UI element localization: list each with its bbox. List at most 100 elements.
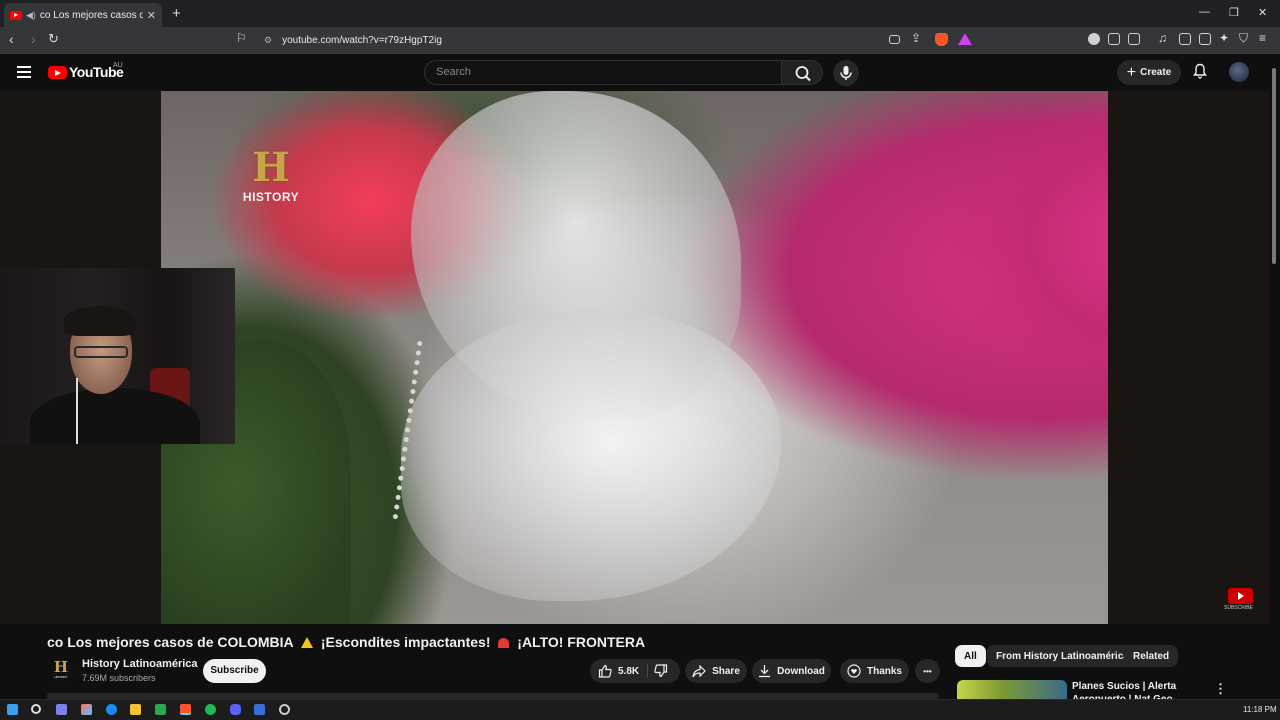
restore-button[interactable]: ❐ [1229, 6, 1239, 19]
recommendation-menu-icon[interactable]: ⋮ [1214, 681, 1227, 697]
notifications-bell-icon[interactable] [1193, 63, 1207, 79]
scrollbar-thumb[interactable] [1272, 68, 1276, 264]
search-taskbar-icon[interactable] [31, 704, 41, 714]
search-button[interactable] [781, 60, 823, 85]
share-label: Share [712, 665, 740, 677]
webcam-earphone-cable [76, 378, 78, 444]
dislike-icon[interactable] [654, 664, 668, 678]
extension-s-icon[interactable] [1088, 33, 1100, 45]
siren-emoji-icon [498, 638, 510, 648]
forward-icon[interactable]: › [31, 31, 36, 47]
music-icon[interactable]: ♫ [1158, 31, 1167, 45]
share-page-icon[interactable]: ⇪ [911, 31, 921, 45]
chip-related[interactable]: Related [1124, 645, 1179, 667]
subscriber-count: 7.69M subscribers [82, 673, 156, 683]
site-settings-icon[interactable]: ⚙ [264, 35, 272, 46]
video-title-part1: co Los mejores casos de COLOMBIA [47, 634, 294, 650]
edge-icon[interactable] [106, 704, 117, 715]
create-label: Create [1140, 67, 1172, 78]
youtube-favicon-icon [10, 10, 22, 20]
url-field[interactable]: ⚙ youtube.com/watch?v=r79zHgpT2ig [256, 30, 976, 50]
share-button[interactable]: Share [685, 659, 747, 683]
download-label: Download [777, 665, 825, 677]
extensions-icon[interactable] [1108, 33, 1120, 45]
download-button[interactable]: Download [752, 659, 831, 683]
webcam-hair [64, 306, 136, 336]
subscribe-button[interactable]: Subscribe [203, 659, 266, 683]
close-window-button[interactable]: ✕ [1258, 6, 1267, 19]
history-logo-letter: H [252, 144, 290, 191]
obs-icon[interactable] [279, 704, 290, 715]
windows-start-icon[interactable] [7, 704, 18, 715]
store-icon[interactable] [155, 704, 166, 715]
brave-shields-icon[interactable] [935, 33, 948, 46]
like-icon[interactable] [598, 664, 612, 678]
history-logo-text: HISTORY [242, 190, 300, 204]
minimize-button[interactable]: — [1199, 6, 1210, 18]
like-divider [647, 664, 648, 678]
history-channel-logo: H HISTORY [239, 146, 303, 218]
chip-from-channel[interactable]: From History Latinoamérica [987, 645, 1138, 667]
tab-search-icon[interactable] [1128, 33, 1140, 45]
menu-icon[interactable]: ≡ [1259, 31, 1266, 45]
create-button[interactable]: + Create [1117, 60, 1181, 85]
sidebar-icon[interactable] [1179, 33, 1191, 45]
search-icon [795, 66, 811, 82]
thanks-heart-icon [847, 664, 861, 678]
account-avatar[interactable] [1229, 62, 1249, 82]
teams-icon[interactable] [56, 704, 67, 715]
app-icon[interactable] [254, 704, 265, 715]
thanks-label: Thanks [866, 665, 902, 677]
channel-avatar-letter: H [53, 658, 69, 676]
page-scrollbar[interactable] [1271, 58, 1277, 708]
leo-ai-icon[interactable]: ✦ [1219, 31, 1229, 45]
microphone-icon [840, 66, 852, 80]
url-text: youtube.com/watch?v=r79zHgpT2ig [282, 34, 442, 46]
brave-taskbar-icon[interactable] [180, 704, 191, 715]
guide-menu-icon[interactable] [17, 66, 31, 78]
copilot-icon[interactable] [81, 704, 92, 715]
spotify-icon[interactable] [205, 704, 216, 715]
brave-rewards-icon[interactable] [958, 33, 972, 45]
more-actions-button[interactable]: ••• [915, 659, 940, 683]
cast-icon[interactable] [889, 35, 900, 44]
bookmark-icon[interactable]: ⚐ [236, 31, 247, 45]
channel-avatar[interactable]: H HISTORY [49, 658, 73, 682]
video-frame[interactable] [161, 91, 1108, 624]
chip-all[interactable]: All [955, 645, 986, 667]
video-title-part3: ¡ALTO! FRONTERA [517, 634, 646, 650]
browser-tab[interactable]: ◀) co Los mejores casos de COLOMBIA ✕ [4, 3, 162, 27]
youtube-logo-icon[interactable] [48, 66, 67, 79]
vpn-shield-icon[interactable]: ⛉ [1239, 31, 1248, 46]
recommendation-title[interactable]: Planes Sucios | Alerta Aeropuerto | Nat … [1072, 680, 1182, 700]
download-icon [759, 665, 771, 678]
thanks-button[interactable]: Thanks [840, 659, 909, 683]
channel-avatar-text: HISTORY [54, 675, 68, 679]
channel-name[interactable]: History Latinoamérica [82, 658, 198, 670]
back-icon[interactable]: ‹ [9, 31, 14, 47]
discord-icon[interactable] [230, 704, 241, 715]
warning-emoji-icon [301, 637, 313, 648]
subscribe-watermark-text: SUBSCRIBE [1224, 605, 1253, 611]
video-title-part2: ¡Escondites impactantes! [320, 634, 491, 650]
webcam-glasses [74, 346, 128, 358]
plus-icon: + [1126, 63, 1137, 81]
subscribe-watermark-icon[interactable] [1228, 588, 1253, 604]
webcam-overlay [0, 268, 235, 444]
windows-taskbar [0, 699, 1280, 720]
video-title: co Los mejores casos de COLOMBIA ¡Escond… [47, 634, 645, 650]
share-icon [692, 664, 706, 677]
file-explorer-icon[interactable] [130, 704, 141, 715]
voice-search-button[interactable] [833, 60, 859, 86]
speaker-icon[interactable]: ◀) [26, 10, 36, 21]
browser-tab-strip: ◀) co Los mejores casos de COLOMBIA ✕ + … [0, 0, 1280, 27]
wallet-icon[interactable] [1199, 33, 1211, 45]
video-scene-glove-lower [401, 311, 781, 601]
search-input[interactable]: Search [424, 60, 782, 85]
taskbar-clock[interactable]: 11:18 PM [1243, 705, 1277, 714]
reload-icon[interactable]: ↻ [48, 31, 59, 47]
close-tab-icon[interactable]: ✕ [147, 9, 156, 22]
new-tab-button[interactable]: + [172, 5, 181, 22]
like-count[interactable]: 5.8K [618, 666, 639, 677]
tab-title: co Los mejores casos de COLOMBIA [39, 9, 143, 21]
